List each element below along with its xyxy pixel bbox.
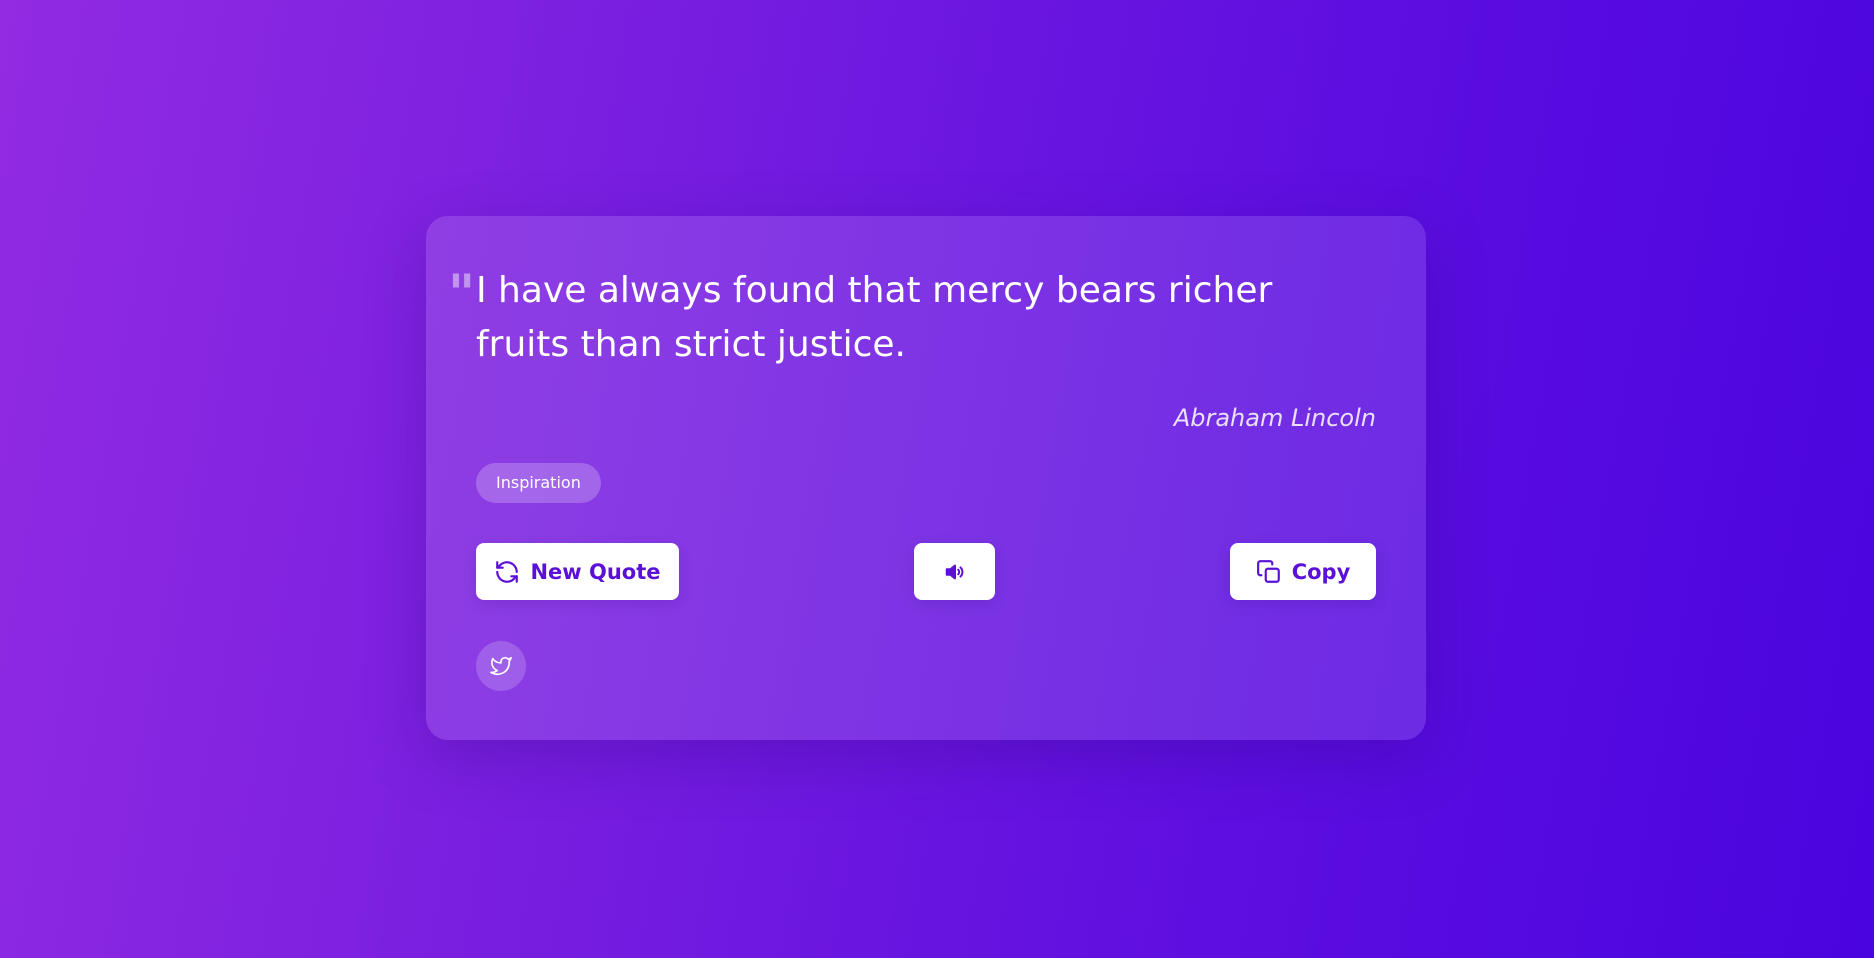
- twitter-icon: [490, 655, 512, 677]
- quote-author: Abraham Lincoln: [1173, 404, 1376, 432]
- new-quote-button[interactable]: New Quote: [476, 543, 679, 600]
- copy-button[interactable]: Copy: [1230, 543, 1376, 600]
- quote-card: " I have always found that mercy bears r…: [426, 216, 1426, 740]
- speak-button[interactable]: [914, 543, 995, 600]
- quote-mark-icon: ": [448, 264, 476, 324]
- quote-text: I have always found that mercy bears ric…: [476, 270, 1273, 365]
- category-tag: Inspiration: [476, 463, 601, 503]
- new-quote-label: New Quote: [530, 559, 661, 584]
- copy-icon: [1256, 559, 1282, 585]
- speaker-icon: [944, 561, 966, 583]
- copy-label: Copy: [1291, 559, 1351, 584]
- twitter-share-button[interactable]: [476, 641, 526, 691]
- refresh-icon: [494, 559, 520, 585]
